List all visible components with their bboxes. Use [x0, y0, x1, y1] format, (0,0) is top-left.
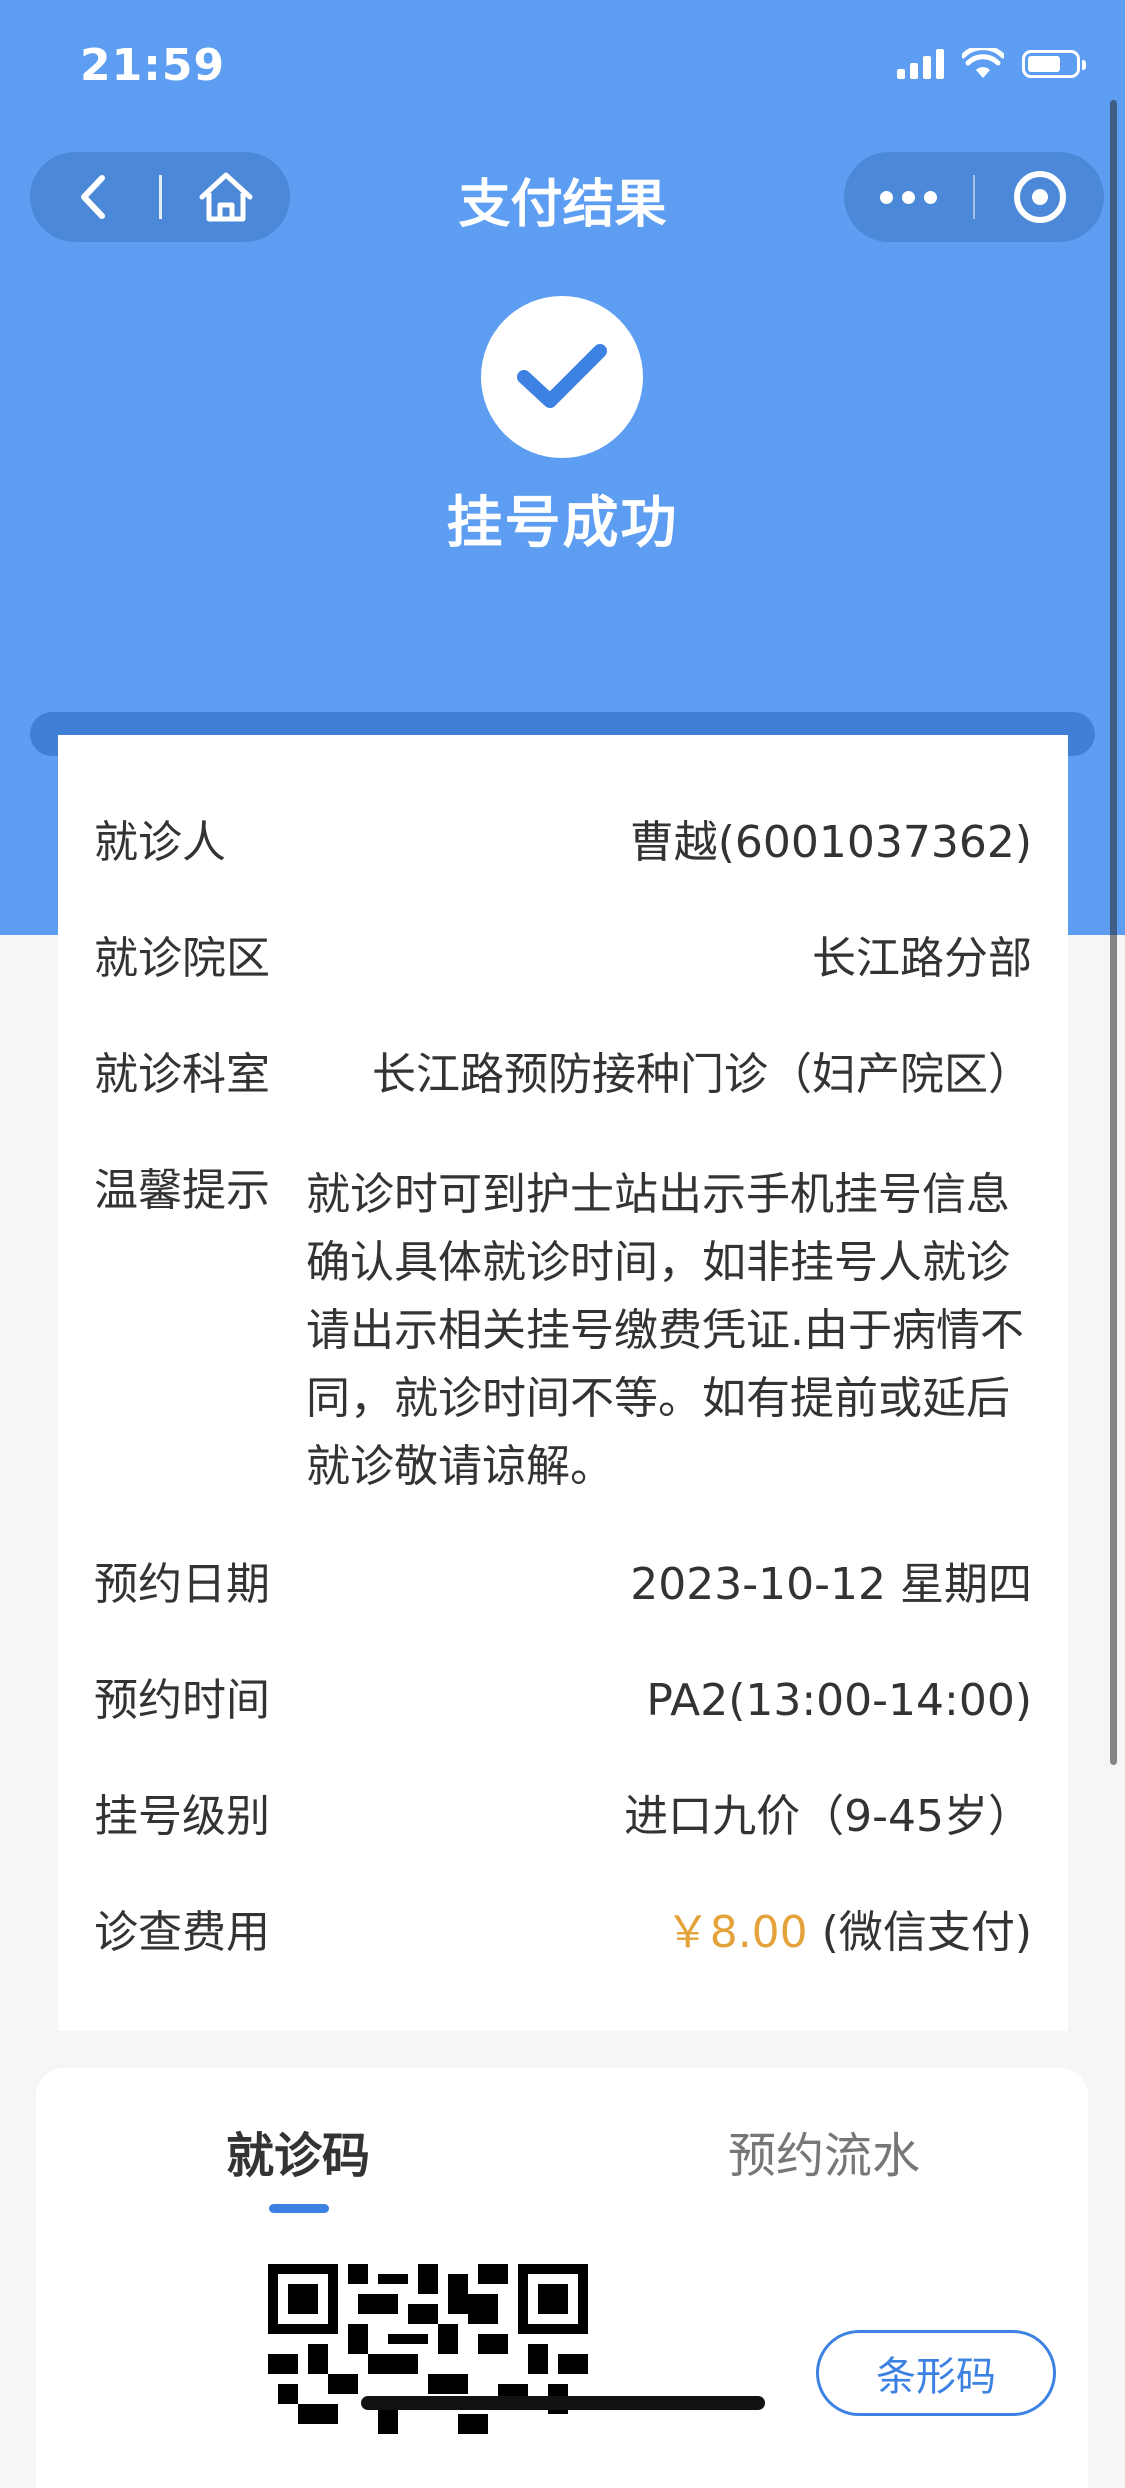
- date-row: 预约日期 2023-10-12 星期四: [94, 1555, 1032, 1615]
- level-value: 进口九价（9-45岁）: [624, 1791, 1032, 1842]
- code-tab-card: 就诊码 预约流水 条形码: [36, 2068, 1088, 2488]
- patient-row: 就诊人 曹越(6001037362): [94, 813, 1032, 873]
- status-time: 21:59: [80, 40, 226, 91]
- status-icons: [897, 48, 1086, 80]
- patient-value: 曹越(6001037362): [629, 817, 1032, 868]
- department-row: 就诊科室 长江路预防接种门诊（妇产院区）: [94, 1045, 1032, 1105]
- tab-appointment-flow[interactable]: 预约流水: [728, 2116, 920, 2186]
- wifi-icon: [962, 48, 1004, 78]
- barcode-button[interactable]: 条形码: [816, 2330, 1056, 2416]
- home-icon: [199, 172, 253, 222]
- campus-row: 就诊院区 长江路分部: [94, 929, 1032, 989]
- fee-value: ￥8.00 (微信支付): [666, 1903, 1032, 1963]
- time-value: PA2(13:00-14:00): [646, 1675, 1032, 1726]
- level-label: 挂号级别: [94, 1791, 270, 1842]
- close-button[interactable]: [975, 152, 1104, 242]
- more-dots-icon: [880, 190, 937, 204]
- fee-row: 诊查费用 ￥8.00 (微信支付): [94, 1903, 1032, 1963]
- back-button[interactable]: [30, 152, 159, 242]
- status-bar: 21:59: [0, 0, 1125, 130]
- target-circle-icon: [1013, 171, 1066, 223]
- time-row: 预约时间 PA2(13:00-14:00): [94, 1671, 1032, 1731]
- home-indicator[interactable]: [361, 2396, 765, 2410]
- home-button[interactable]: [162, 152, 291, 242]
- fee-label: 诊查费用: [94, 1907, 270, 1958]
- department-value: 长江路预防接种门诊（妇产院区）: [372, 1049, 1032, 1100]
- time-label: 预约时间: [94, 1675, 270, 1726]
- appointment-info-card: 就诊人 曹越(6001037362) 就诊院区 长江路分部 就诊科室 长江路预防…: [58, 735, 1068, 2031]
- success-message: 挂号成功: [446, 491, 679, 556]
- fee-method: (微信支付): [807, 1907, 1032, 1958]
- tip-row: 温馨提示 就诊时可到护士站出示手机挂号信息确认具体就诊时间，如非挂号人就诊请出示…: [94, 1161, 1032, 1501]
- campus-value: 长江路分部: [812, 933, 1032, 984]
- more-button[interactable]: [844, 152, 973, 242]
- tip-label: 温馨提示: [94, 1165, 270, 1216]
- active-tab-indicator: [269, 2204, 329, 2213]
- capsule-right: [844, 152, 1104, 242]
- patient-label: 就诊人: [94, 817, 226, 868]
- battery-icon: [1022, 50, 1086, 78]
- campus-label: 就诊院区: [94, 933, 270, 984]
- date-label: 预约日期: [94, 1559, 270, 1610]
- qr-code: [268, 2264, 588, 2488]
- success-badge: [481, 296, 643, 458]
- department-label: 就诊科室: [94, 1049, 270, 1100]
- tab-visit-code[interactable]: 就诊码: [226, 2116, 370, 2186]
- scrollbar[interactable]: [1110, 100, 1117, 1765]
- chevron-left-icon: [81, 175, 106, 219]
- fee-amount: ￥8.00: [665, 1907, 808, 1958]
- cellular-signal-icon: [897, 49, 944, 79]
- date-value: 2023-10-12 星期四: [630, 1559, 1032, 1610]
- level-row: 挂号级别 进口九价（9-45岁）: [94, 1787, 1032, 1847]
- checkmark-icon: [517, 344, 607, 408]
- tip-value: 就诊时可到护士站出示手机挂号信息确认具体就诊时间，如非挂号人就诊请出示相关挂号缴…: [306, 1169, 1024, 1492]
- capsule-left: [30, 152, 290, 242]
